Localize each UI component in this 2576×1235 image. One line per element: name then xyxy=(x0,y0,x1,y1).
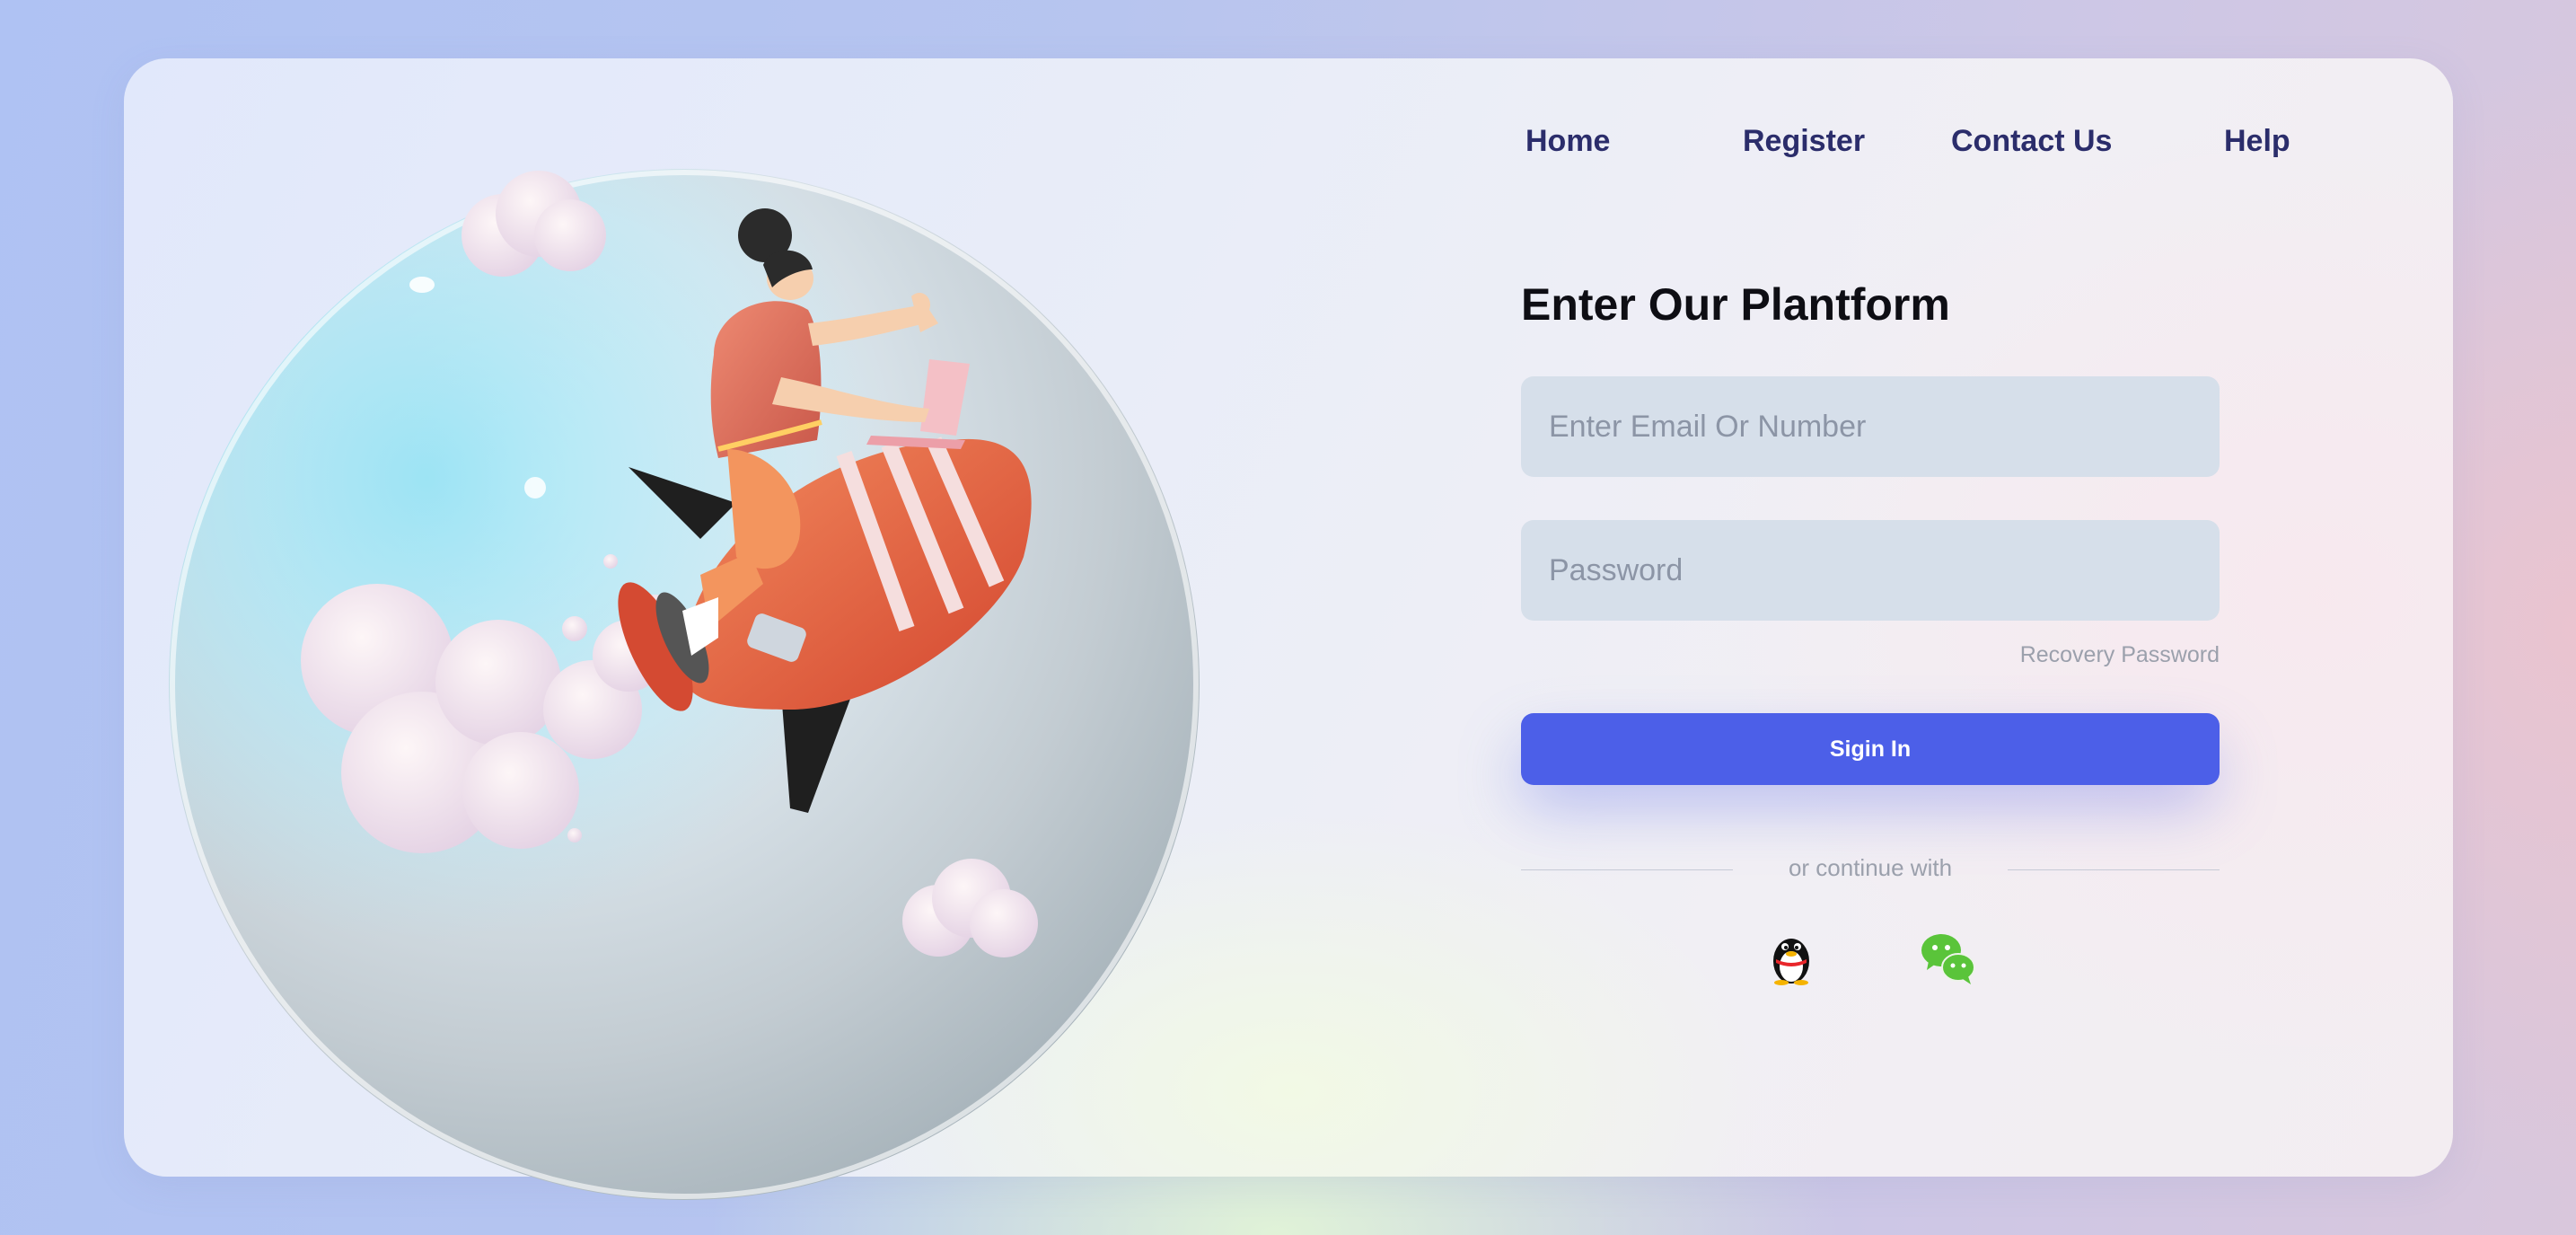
signin-button[interactable]: Sigin In xyxy=(1521,713,2220,785)
wechat-icon[interactable] xyxy=(1916,925,1979,988)
nav-home-link[interactable]: Home xyxy=(1525,124,1610,159)
qq-icon[interactable] xyxy=(1760,925,1823,988)
top-nav: Home Register Contact Us Help xyxy=(0,124,2576,169)
divider-line-right xyxy=(2008,869,2220,870)
hero-illustration xyxy=(0,0,1347,1235)
recovery-password-link[interactable]: Recovery Password xyxy=(2020,642,2220,668)
divider-text: or continue with xyxy=(1788,854,1953,881)
nav-contact-link[interactable]: Contact Us xyxy=(1951,124,2112,159)
form-title: Enter Our Plantform xyxy=(1521,279,1950,330)
nav-help-link[interactable]: Help xyxy=(2224,124,2290,159)
email-input[interactable] xyxy=(1521,376,2220,477)
password-input[interactable] xyxy=(1521,520,2220,621)
nav-register-link[interactable]: Register xyxy=(1743,124,1865,159)
